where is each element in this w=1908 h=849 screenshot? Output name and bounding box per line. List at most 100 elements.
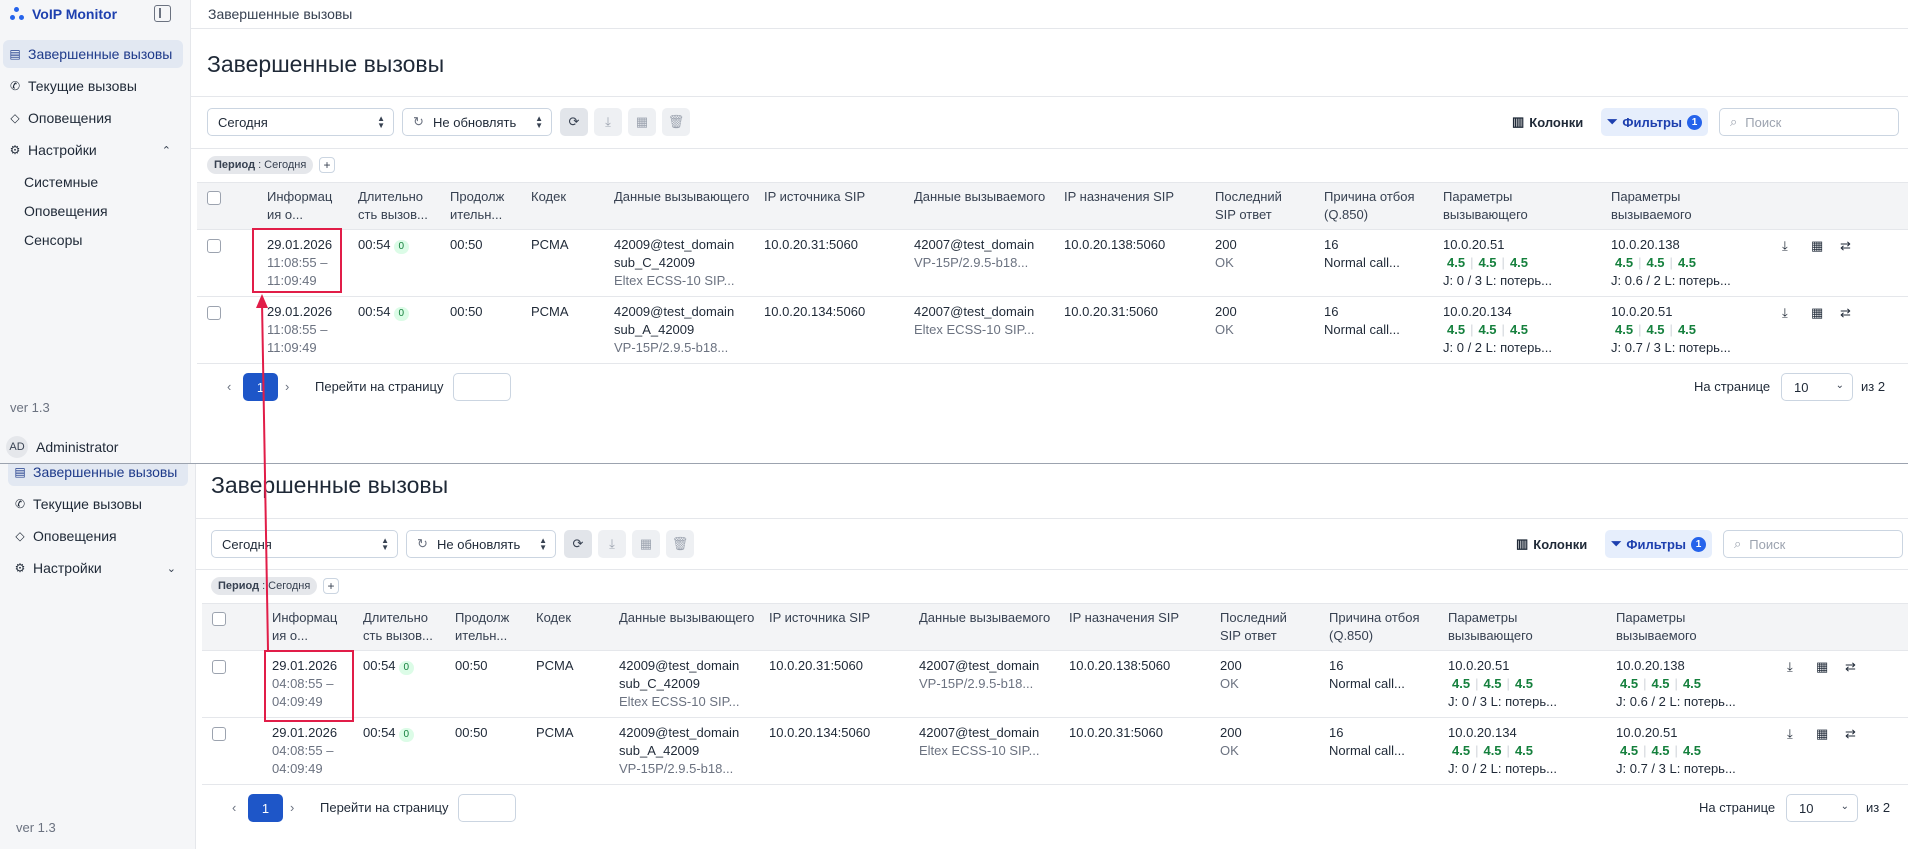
- column-header[interactable]: Кодек: [536, 609, 596, 627]
- column-header[interactable]: Данные вызываемого: [914, 188, 1054, 206]
- callee-jitter-loss: J: 0.7 / 3 L: потерь...: [1616, 761, 1736, 776]
- chevron-right-icon[interactable]: ›: [290, 800, 294, 815]
- filters-button[interactable]: ⏷ Фильтры 1: [1601, 108, 1709, 136]
- chevron-right-icon[interactable]: ›: [285, 379, 289, 394]
- column-header[interactable]: Параметры вызывающего: [1448, 609, 1583, 645]
- columns-button[interactable]: ▥ Колонки: [1506, 108, 1589, 136]
- column-header[interactable]: IP назначения SIP: [1069, 609, 1209, 627]
- chevron-left-icon[interactable]: ‹: [232, 800, 236, 815]
- nav-settings[interactable]: ⚙ Настройки ⌃: [3, 136, 183, 164]
- brand[interactable]: VoIP Monitor: [10, 6, 117, 22]
- column-header[interactable]: Данные вызываемого: [919, 609, 1059, 627]
- table-row[interactable]: 29.01.2026 04:08:55 –04:09:49 00:54 0 00:50 P…: [202, 719, 1908, 785]
- column-header[interactable]: Данные вызывающего: [614, 188, 754, 206]
- refresh-button[interactable]: ⟳: [560, 108, 588, 136]
- search-input[interactable]: ⌕ Поиск: [1719, 108, 1899, 136]
- column-header[interactable]: Информац ия о...: [272, 609, 352, 645]
- page-button-current[interactable]: 1: [243, 373, 278, 401]
- select-all-checkbox[interactable]: [207, 191, 221, 205]
- column-header[interactable]: Длительно сть вызов...: [358, 188, 443, 224]
- column-header[interactable]: IP источника SIP: [769, 609, 909, 627]
- refresh-select[interactable]: ↻ Не обновлять ▲ ▼: [406, 530, 556, 558]
- column-header[interactable]: Продолж ительн...: [450, 188, 525, 224]
- table-icon[interactable]: ▦: [1811, 238, 1823, 254]
- nav-sub-alerts[interactable]: Оповещения: [24, 203, 108, 219]
- column-header[interactable]: IP источника SIP: [764, 188, 904, 206]
- column-header[interactable]: Длительно сть вызов...: [363, 609, 448, 645]
- nav-completed-label: Завершенные вызовы: [33, 464, 178, 480]
- refresh-button[interactable]: ⟳: [564, 530, 592, 558]
- nav-alerts[interactable]: ◇ Оповещения: [3, 104, 183, 132]
- refresh-select[interactable]: ↻ Не обновлять ▲ ▼: [402, 108, 552, 136]
- add-filter-button[interactable]: +: [323, 578, 339, 594]
- period-select[interactable]: Сегодня ▲ ▼: [207, 108, 394, 136]
- user-menu[interactable]: AD Administrator: [6, 436, 118, 458]
- select-all-checkbox[interactable]: [212, 612, 226, 626]
- table-export-button[interactable]: ▦: [632, 530, 660, 558]
- column-header[interactable]: Причина отбоя (Q.850): [1329, 609, 1439, 645]
- nav-completed-calls[interactable]: ▤ Завершенные вызовы: [3, 40, 183, 68]
- column-header[interactable]: Параметры вызывающего: [1443, 188, 1578, 224]
- column-header[interactable]: Последний SIP ответ: [1220, 609, 1310, 645]
- table-export-button[interactable]: ▦: [628, 108, 656, 136]
- table-cell: 10.0.20.31:5060: [1064, 303, 1158, 321]
- goto-page-input[interactable]: [453, 373, 511, 401]
- nav-alerts[interactable]: ◇ Оповещения: [8, 522, 188, 550]
- callee-ip: 10.0.20.138: [1616, 658, 1685, 673]
- column-header[interactable]: Продолж ительн...: [455, 609, 530, 645]
- nav-completed-calls[interactable]: ▤ Завершенные вызовы: [8, 464, 188, 486]
- download-icon[interactable]: ⤓: [1782, 238, 1788, 254]
- compare-icon[interactable]: ⇄: [1845, 726, 1856, 742]
- download-icon[interactable]: ⤓: [1782, 305, 1788, 321]
- column-header[interactable]: Данные вызывающего: [619, 609, 759, 627]
- main-content: Завершенные вызовы Завершенные вызовы Се…: [191, 0, 1908, 463]
- nav-current-calls[interactable]: ✆ Текущие вызовы: [8, 490, 188, 518]
- filter-chip-period[interactable]: Период : Сегодня: [211, 577, 318, 595]
- goto-page-input[interactable]: [458, 794, 516, 822]
- nav-settings[interactable]: ⚙ Настройки ⌄: [8, 554, 188, 582]
- delete-button[interactable]: 🗑: [662, 108, 690, 136]
- nav-sub-system[interactable]: Системные: [24, 174, 98, 190]
- search-icon: ⌕: [1734, 536, 1742, 551]
- add-filter-button[interactable]: +: [319, 157, 335, 173]
- period-select[interactable]: Сегодня ▲ ▼: [211, 530, 398, 558]
- codec: PCMA: [536, 725, 574, 740]
- compare-icon[interactable]: ⇄: [1840, 305, 1851, 321]
- download-icon[interactable]: ⤓: [1787, 659, 1793, 675]
- filter-chip-period[interactable]: Период : Сегодня: [207, 156, 314, 174]
- column-header[interactable]: Кодек: [531, 188, 591, 206]
- per-page-select[interactable]: 10 ⌄: [1786, 794, 1858, 822]
- sidebar-collapse-icon[interactable]: [154, 5, 171, 22]
- row-checkbox[interactable]: [207, 239, 221, 253]
- column-header[interactable]: Параметры вызываемого: [1616, 609, 1751, 645]
- row-checkbox[interactable]: [207, 306, 221, 320]
- chevron-left-icon[interactable]: ‹: [227, 379, 231, 394]
- column-header[interactable]: Параметры вызываемого: [1611, 188, 1746, 224]
- search-input[interactable]: ⌕ Поиск: [1723, 530, 1903, 558]
- table-icon[interactable]: ▦: [1811, 305, 1823, 321]
- per-page-select[interactable]: 10 ⌄: [1781, 373, 1853, 401]
- row-checkbox[interactable]: [212, 660, 226, 674]
- download-button[interactable]: ⤓: [594, 108, 622, 136]
- row-checkbox[interactable]: [212, 727, 226, 741]
- table-row[interactable]: 29.01.2026 11:08:55 –11:09:49 00:54 0 00:50 P…: [197, 231, 1908, 297]
- column-header[interactable]: Причина отбоя (Q.850): [1324, 188, 1434, 224]
- column-header[interactable]: Последний SIP ответ: [1215, 188, 1305, 224]
- column-header[interactable]: IP назначения SIP: [1064, 188, 1204, 206]
- table-row[interactable]: 29.01.2026 04:08:55 –04:09:49 00:54 0 00:50 P…: [202, 652, 1908, 718]
- table-icon[interactable]: ▦: [1816, 726, 1828, 742]
- columns-button[interactable]: ▥ Колонки: [1510, 530, 1593, 558]
- download-button[interactable]: ⤓: [598, 530, 626, 558]
- download-icon[interactable]: ⤓: [1787, 726, 1793, 742]
- nav-sub-sensors[interactable]: Сенсоры: [24, 232, 82, 248]
- column-header[interactable]: Информац ия о...: [267, 188, 347, 224]
- logo-icon: [10, 7, 24, 21]
- compare-icon[interactable]: ⇄: [1840, 238, 1851, 254]
- filters-button[interactable]: ⏷ Фильтры 1: [1605, 530, 1713, 558]
- compare-icon[interactable]: ⇄: [1845, 659, 1856, 675]
- page-button-current[interactable]: 1: [248, 794, 283, 822]
- table-icon[interactable]: ▦: [1816, 659, 1828, 675]
- nav-current-calls[interactable]: ✆ Текущие вызовы: [3, 72, 183, 100]
- table-row[interactable]: 29.01.2026 11:08:55 –11:09:49 00:54 0 00:50 P…: [197, 298, 1908, 364]
- delete-button[interactable]: 🗑: [666, 530, 694, 558]
